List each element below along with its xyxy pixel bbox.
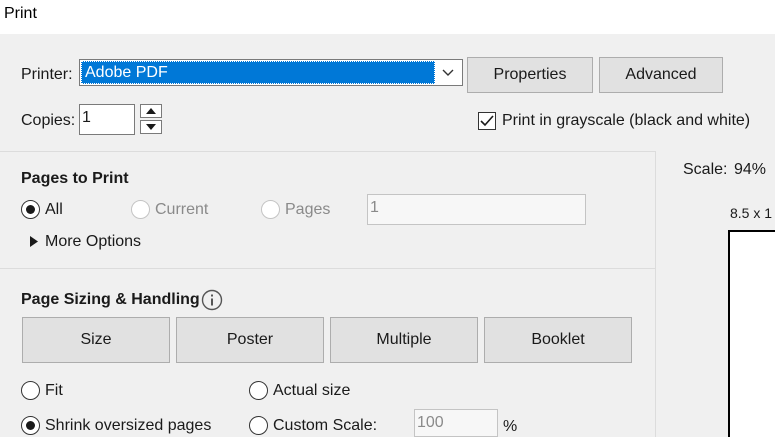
pages-to-print-heading: Pages to Print <box>21 170 129 187</box>
pages-range-input[interactable]: 1 <box>367 194 586 225</box>
percent-label: % <box>503 418 518 435</box>
custom-scale-label[interactable]: Custom Scale: <box>273 417 377 435</box>
checkmark-icon <box>480 115 494 127</box>
section-divider <box>0 268 655 269</box>
properties-button[interactable]: Properties <box>467 57 593 93</box>
scale-label: Scale: <box>683 161 728 178</box>
expand-triangle-icon[interactable] <box>30 236 38 247</box>
tab-poster[interactable]: Poster <box>176 317 324 363</box>
page-sizing-heading: Page Sizing & Handling <box>21 291 200 308</box>
info-icon[interactable] <box>201 289 223 311</box>
printer-selected-value: Adobe PDF <box>81 61 435 84</box>
all-pages-label[interactable]: All <box>45 201 63 219</box>
pages-range-label[interactable]: Pages <box>285 201 330 219</box>
advanced-button[interactable]: Advanced <box>599 57 723 93</box>
panel-divider <box>655 151 656 437</box>
title-bar <box>0 0 775 34</box>
shrink-oversized-radio[interactable] <box>21 416 40 435</box>
custom-scale-radio[interactable] <box>249 416 268 435</box>
arrow-up-icon <box>146 107 156 114</box>
fit-radio[interactable] <box>21 381 40 400</box>
copies-increment-button[interactable] <box>140 104 162 118</box>
more-options-toggle[interactable]: More Options <box>45 233 141 251</box>
actual-size-label[interactable]: Actual size <box>273 382 350 400</box>
arrow-down-icon <box>146 123 156 130</box>
tab-multiple[interactable]: Multiple <box>330 317 478 363</box>
pages-range-radio[interactable] <box>261 200 280 219</box>
copies-input[interactable]: 1 <box>79 104 135 135</box>
chevron-down-icon <box>442 69 454 76</box>
paper-size-label: 8.5 x 1 <box>730 205 773 221</box>
current-page-label[interactable]: Current <box>155 201 208 219</box>
fit-label[interactable]: Fit <box>45 382 63 400</box>
scale-value: 94% <box>734 161 767 178</box>
current-page-radio[interactable] <box>131 200 150 219</box>
printer-select[interactable]: Adobe PDF <box>79 59 463 86</box>
page-preview <box>728 230 775 437</box>
copies-decrement-button[interactable] <box>140 120 162 134</box>
grayscale-checkbox[interactable] <box>478 112 496 130</box>
grayscale-label[interactable]: Print in grayscale (black and white) <box>502 112 750 130</box>
custom-scale-input[interactable]: 100 <box>414 409 498 437</box>
tab-booklet[interactable]: Booklet <box>484 317 632 363</box>
window-title: Print <box>4 5 37 22</box>
all-pages-radio[interactable] <box>21 200 40 219</box>
actual-size-radio[interactable] <box>249 381 268 400</box>
copies-label: Copies: <box>21 112 76 129</box>
shrink-oversized-label[interactable]: Shrink oversized pages <box>45 417 211 435</box>
tab-size[interactable]: Size <box>22 317 170 363</box>
section-divider <box>0 151 655 152</box>
printer-label: Printer: <box>21 66 73 83</box>
